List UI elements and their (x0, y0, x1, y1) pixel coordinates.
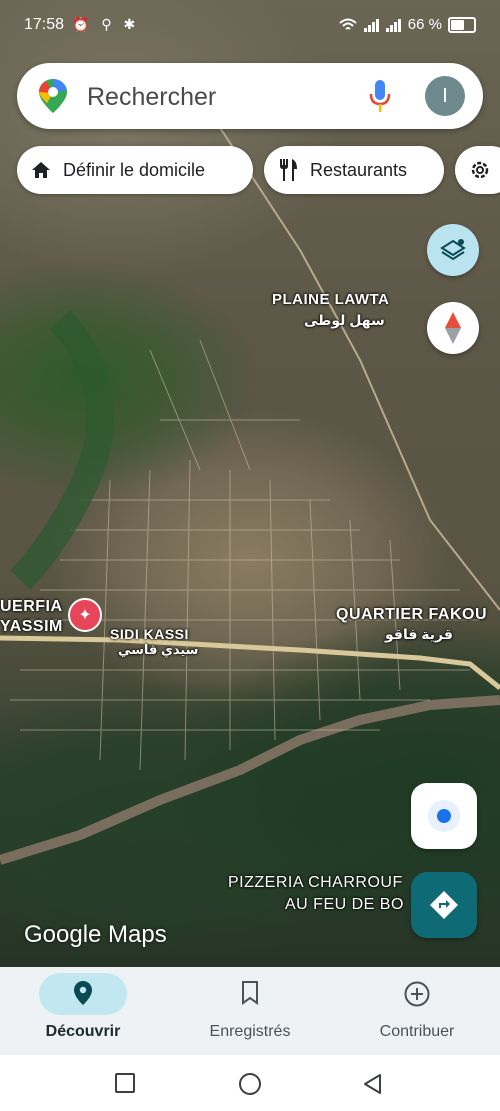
add-circle-icon (334, 981, 500, 1007)
my-location-button[interactable] (411, 783, 477, 849)
status-right: 66 % (338, 16, 476, 33)
directions-icon (430, 891, 458, 919)
status-time: 17:58 (24, 16, 65, 33)
compass-button[interactable] (427, 302, 479, 354)
nav-tab-saved-label: Enregistrés (209, 1023, 291, 1040)
search-placeholder[interactable]: Rechercher (87, 83, 216, 112)
location-pin-icon (0, 981, 166, 1005)
chip-set-home[interactable]: Définir le domicile (17, 146, 253, 194)
bottom-navigation: Découvrir Enregistrés Contribuer (0, 967, 500, 1055)
my-location-icon (428, 800, 460, 832)
home-icon (31, 161, 51, 179)
microphone-icon[interactable] (369, 80, 391, 112)
layers-button[interactable] (427, 224, 479, 276)
gear-icon (469, 159, 491, 181)
map-label-yassim: YASSIM (0, 618, 63, 635)
status-left-icons: ⏰ ⚲ ✱ (72, 16, 140, 32)
nav-tab-contribute[interactable]: Contribuer (334, 967, 500, 1055)
layers-icon (440, 239, 466, 261)
google-maps-logo: Google Maps (24, 921, 167, 948)
nav-tab-contribute-label: Contribuer (379, 1023, 455, 1040)
nav-tab-saved[interactable]: Enregistrés (167, 967, 333, 1055)
map-label-plaine-lawta-arabic: سهل لوطى (304, 312, 385, 328)
back-button[interactable] (362, 1073, 382, 1095)
chip-restaurants[interactable]: Restaurants (264, 146, 444, 194)
battery-fill (451, 19, 465, 30)
map-label-sidi-kassi-arabic: سيدي قاسي (118, 642, 199, 657)
restaurant-poi-marker[interactable]: ✦ (68, 598, 102, 632)
status-bar: 17:58 ⏰ ⚲ ✱ 66 % (0, 0, 500, 52)
map-label-pizzeria-line2[interactable]: AU FEU DE BO (285, 896, 404, 914)
signal-icon-2 (385, 18, 401, 32)
map-label-pizzeria-line1[interactable]: PIZZERIA CHARROUF (228, 874, 403, 892)
star-icon: ✦ (78, 607, 92, 624)
map-label-uerfia: UERFIA (0, 598, 63, 615)
battery-icon (448, 16, 476, 33)
chip-more[interactable] (455, 146, 500, 194)
battery-percent: 66 % (407, 16, 442, 33)
recent-apps-button[interactable] (115, 1073, 135, 1093)
map-label-plaine-lawta: PLAINE LAWTA (272, 291, 390, 308)
system-navigation-bar (0, 1055, 500, 1111)
chip-set-home-label: Définir le domicile (63, 159, 206, 180)
chip-restaurants-label: Restaurants (310, 159, 408, 180)
bookmark-icon (167, 981, 333, 1005)
google-maps-pin-icon (39, 79, 67, 113)
wifi-icon (339, 18, 357, 30)
home-button[interactable] (239, 1073, 261, 1095)
nav-tab-discover-label: Découvrir (45, 1023, 121, 1040)
map-label-quartier-fakou: QUARTIER FAKOU (336, 606, 487, 623)
avatar[interactable]: I (425, 76, 465, 116)
map-label-sidi-kassi: SIDI KASSI (110, 626, 189, 642)
map-label-quartier-fakou-arabic: قرية فاقو (385, 626, 453, 642)
search-bar[interactable]: Rechercher I (17, 63, 483, 129)
fork-knife-icon (278, 159, 298, 181)
compass-icon (445, 312, 461, 344)
directions-button[interactable] (411, 872, 477, 938)
nav-tab-discover[interactable]: Découvrir (0, 967, 166, 1055)
signal-icon (363, 18, 379, 32)
